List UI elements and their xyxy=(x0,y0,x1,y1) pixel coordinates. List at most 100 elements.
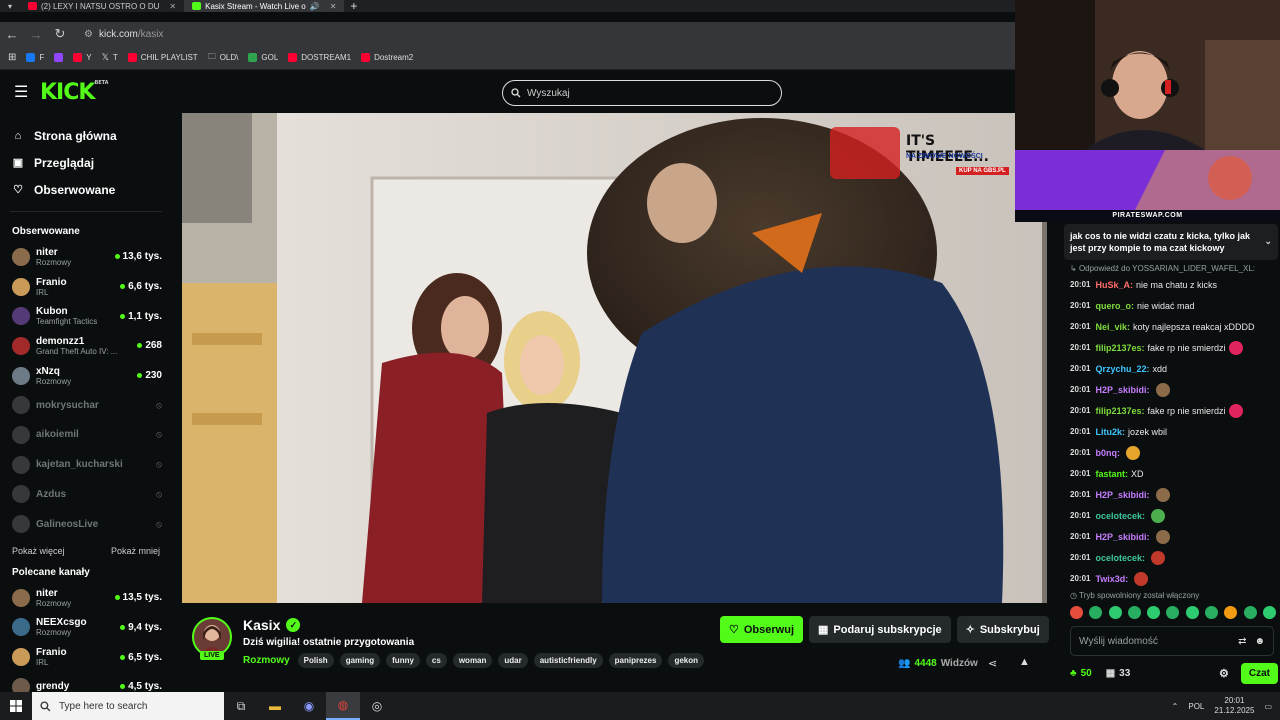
stream-tag[interactable]: woman xyxy=(452,653,493,668)
stream-tag[interactable]: gaming xyxy=(339,653,381,668)
chat-message[interactable]: 20:01 b0nq: xyxy=(1070,442,1276,463)
site-info-icon[interactable]: ⚙ xyxy=(84,29,93,40)
close-tab-icon[interactable]: ✕ xyxy=(169,2,176,11)
message-username[interactable]: quero_o: xyxy=(1095,301,1134,311)
stream-tag[interactable]: Polish xyxy=(297,653,334,668)
recommended-channel[interactable]: NEEXcsgo Rozmowy 9,4 tys. xyxy=(0,613,172,643)
pinned-message[interactable]: jak cos to nie widzi czatu z kicka, tylk… xyxy=(1064,224,1278,260)
recommended-channel[interactable]: niter Rozmowy 13,5 tys. xyxy=(0,583,172,613)
stream-tag[interactable]: funny xyxy=(386,653,420,668)
chat-message[interactable]: 20:01 Qrzychu_22: xdd xyxy=(1070,358,1276,379)
tab-search-icon[interactable]: ▾ xyxy=(0,2,20,11)
message-username[interactable]: Nei_vik: xyxy=(1095,322,1130,332)
chat-message[interactable]: 20:01 H2P_skibidi: xyxy=(1070,379,1276,400)
message-username[interactable]: H2P_skibidi: xyxy=(1095,490,1149,500)
send-chat-button[interactable]: Czat xyxy=(1240,662,1278,684)
chat-message[interactable]: 20:01 H2P_skibidi: xyxy=(1070,526,1276,547)
message-username[interactable]: ocelotecek: xyxy=(1095,553,1145,563)
emote-icon[interactable] xyxy=(1224,606,1238,619)
stream-category[interactable]: Rozmowy xyxy=(243,655,290,666)
followed-channel[interactable]: GalineosLive ⦸ xyxy=(0,509,172,539)
kick-logo[interactable]: KICKBETA xyxy=(40,80,109,105)
show-more-button[interactable]: Pokaż więcej xyxy=(12,546,65,556)
nav-browse[interactable]: ▣ Przeglądaj xyxy=(0,149,172,176)
emote-icon[interactable] xyxy=(1147,606,1161,619)
followed-channel[interactable]: mokrysuchar ⦸ xyxy=(0,390,172,420)
emote-icon[interactable] xyxy=(1243,606,1257,619)
obs-app-icon[interactable]: ◎ xyxy=(360,692,394,720)
tray-chevron-icon[interactable]: ⌃ xyxy=(1172,702,1179,711)
bookmark-folder[interactable]: 🗀 OLD\ xyxy=(208,51,239,65)
bookmark[interactable]: DOSTREAM1 xyxy=(288,53,351,62)
message-username[interactable]: filip2137es: xyxy=(1095,343,1144,353)
url-field[interactable]: ⚙ kick.com/kasix xyxy=(84,23,163,45)
followed-channel[interactable]: demonzz1 Grand Theft Auto IV: ... 268 xyxy=(0,331,172,361)
emote-icon[interactable] xyxy=(1166,606,1180,619)
recommended-channel[interactable]: Franio IRL 6,5 tys. xyxy=(0,642,172,672)
followed-channel[interactable]: xNzq Rozmowy 230 xyxy=(0,361,172,391)
video-player[interactable] xyxy=(182,113,1047,603)
followed-channel[interactable]: Azdus ⦸ xyxy=(0,480,172,510)
stream-tag[interactable]: gekon xyxy=(668,653,704,668)
chrome-app-icon[interactable]: ◍ xyxy=(326,692,360,720)
chevron-down-icon[interactable]: ⌄ xyxy=(1264,235,1272,247)
chat-message[interactable]: 20:01 ocelotecek: xyxy=(1070,547,1276,568)
file-explorer-icon[interactable]: ▬ xyxy=(258,692,292,720)
chat-message[interactable]: 20:01 filip2137es: fake rp nie smierdzi xyxy=(1070,337,1276,358)
emote-icon[interactable] xyxy=(1262,606,1276,619)
message-username[interactable]: Qrzychu_22: xyxy=(1095,364,1149,374)
gift-subs-button[interactable]: ▦ Podaruj subskrypcje xyxy=(809,616,951,643)
bookmark[interactable]: F xyxy=(26,53,44,62)
message-username[interactable]: b0nq: xyxy=(1095,448,1120,458)
sponsor-banner[interactable]: PIRATESWAP.COM xyxy=(1015,150,1280,222)
share-icon[interactable]: ⋖ xyxy=(988,657,997,670)
browser-tab-active[interactable]: Kasix Stream - Watch Live o 🔊 ✕ xyxy=(184,0,345,12)
bookmark[interactable]: 𝕏T xyxy=(102,52,118,63)
subscribe-button[interactable]: ✧ Subskrybuj xyxy=(956,616,1049,643)
clock[interactable]: 20:01 21.12.2025 xyxy=(1214,696,1254,716)
message-username[interactable]: Twix3d: xyxy=(1095,574,1128,584)
recommended-channel[interactable]: grendy 4,5 tys. xyxy=(0,672,172,692)
followed-channel[interactable]: kajetan_kucharski ⦸ xyxy=(0,450,172,480)
close-tab-icon[interactable]: ✕ xyxy=(330,2,337,11)
gift-counter[interactable]: ▦ 33 xyxy=(1106,668,1131,679)
stream-tag[interactable]: cs xyxy=(425,653,447,668)
emote-icon[interactable] xyxy=(1127,606,1141,619)
language-indicator[interactable]: POL xyxy=(1188,702,1204,711)
browser-tab[interactable]: (2) LEXY I NATSU OSTRO O DU ✕ xyxy=(20,0,184,12)
start-button[interactable] xyxy=(0,692,32,720)
bookmark[interactable]: Y xyxy=(73,53,92,62)
chat-message[interactable]: 20:01 filip2137es: fake rp nie smierdzi xyxy=(1070,400,1276,421)
chat-message[interactable]: 20:01 Twix3d: xyxy=(1070,568,1276,589)
streamer-name[interactable]: Kasix xyxy=(243,617,280,633)
stream-tag[interactable]: udar xyxy=(498,653,528,668)
task-view-icon[interactable]: ⧉ xyxy=(224,692,258,720)
discord-app-icon[interactable]: ◉ xyxy=(292,692,326,720)
stream-tag[interactable]: paniprezes xyxy=(608,653,663,668)
message-username[interactable]: fastant: xyxy=(1095,469,1128,479)
report-icon[interactable]: ▲ xyxy=(1019,656,1030,668)
chat-message[interactable]: 20:01 HuSk_A: nie ma chatu z kicks xyxy=(1070,274,1276,295)
channel-points[interactable]: ♣ 50 xyxy=(1070,668,1092,679)
chat-message[interactable]: 20:01 Litu2k: jozek wbil xyxy=(1070,421,1276,442)
speaker-icon[interactable]: 🔊 xyxy=(310,2,320,11)
message-username[interactable]: HuSk_A: xyxy=(1095,280,1133,290)
message-username[interactable]: H2P_skibidi: xyxy=(1095,532,1149,542)
new-tab-button[interactable]: + xyxy=(344,0,363,12)
reload-button[interactable]: ↻ xyxy=(48,26,72,42)
followed-channel[interactable]: Kubon Teamfight Tactics 1,1 tys. xyxy=(0,301,172,331)
bookmark[interactable]: GOL xyxy=(248,53,278,62)
notifications-icon[interactable]: ▭ xyxy=(1264,702,1272,711)
followed-channel[interactable]: niter Rozmowy 13,6 tys. xyxy=(0,242,172,272)
message-username[interactable]: filip2137es: xyxy=(1095,406,1144,416)
chat-message[interactable]: 20:01 fastant: XD xyxy=(1070,463,1276,484)
nav-following[interactable]: ♡ Obserwowane xyxy=(0,176,172,203)
back-button[interactable]: ← xyxy=(0,27,24,42)
followed-channel[interactable]: aikoiemil ⦸ xyxy=(0,420,172,450)
taskbar-search-input[interactable] xyxy=(59,700,209,712)
show-less-button[interactable]: Pokaż mniej xyxy=(111,546,160,556)
follow-button[interactable]: ♡ Obserwuj xyxy=(720,616,803,643)
emote-icon[interactable] xyxy=(1089,606,1103,619)
followed-channel[interactable]: Franio IRL 6,6 tys. xyxy=(0,272,172,302)
chat-input-box[interactable]: ⇄ ☻ xyxy=(1070,626,1274,656)
